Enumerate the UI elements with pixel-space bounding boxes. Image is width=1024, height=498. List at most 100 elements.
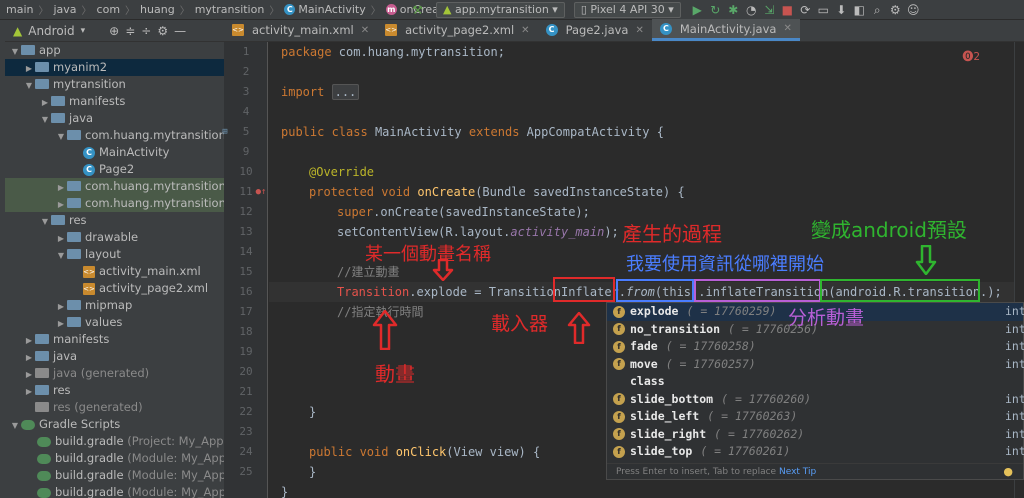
tree-item-values[interactable]: ▶ values [5,314,224,331]
tree-item-java[interactable]: ▼ java [5,110,224,127]
project-view-select[interactable]: Android [28,24,74,38]
tree-item-page2[interactable]: C Page2 [5,161,224,178]
sdk-manager-icon[interactable]: ⬇ [834,3,849,18]
gradle-icon [37,436,51,447]
chevron-down-icon[interactable]: ▼ [9,43,21,60]
tree-item-build-gradle[interactable]: build.gradle (Module: My_Applic [5,467,224,484]
profile-icon[interactable]: ◔ [744,3,759,18]
chevron-right-icon[interactable]: ▶ [55,230,67,247]
tree-item-package-test[interactable]: ▶ com.huang.mytransition [5,195,224,212]
chevron-right-icon[interactable]: ▶ [23,349,35,366]
tree-item-package[interactable]: ▼ com.huang.mytransition [5,127,224,144]
lightbulb-icon[interactable]: ● [1003,464,1013,480]
breadcrumb-mainactivity[interactable]: MainActivity [298,3,365,16]
close-icon[interactable]: ✕ [783,23,791,34]
tree-item-activity-page2-xml[interactable]: <> activity_page2.xml [5,280,224,297]
user-icon[interactable]: ☺ [906,3,921,18]
layout-inspector-icon[interactable]: ◧ [852,3,867,18]
debug-icon[interactable]: ✱ [726,3,741,18]
breadcrumb-mytransition[interactable]: mytransition [195,3,265,16]
completion-item[interactable]: f fade( = 17760258) int [607,338,1024,356]
close-icon[interactable]: ✕ [361,25,369,36]
override-marker-icon[interactable]: ●↑ [254,182,268,202]
class-run-icon[interactable]: ⊞ [218,122,232,142]
error-indicator[interactable]: ⓿2 [962,48,980,64]
chevron-right-icon[interactable]: ▶ [23,60,35,77]
tree-item-build-gradle[interactable]: build.gradle (Project: My_Applic [5,433,224,450]
chevron-right-icon[interactable]: ▶ [23,383,35,400]
next-tip-link[interactable]: Next Tip [779,467,816,477]
tree-item-java-generated[interactable]: ▶ java (generated) [5,365,224,382]
chevron-right-icon[interactable]: ▶ [23,366,35,383]
chevron-right-icon[interactable]: ▶ [55,315,67,332]
breadcrumb-main[interactable]: main [6,3,33,16]
completion-item[interactable]: class [607,373,1023,391]
tree-item-mainactivity[interactable]: C MainActivity [5,144,224,161]
completion-item[interactable]: f move( = 17760257) int [607,356,1024,374]
build-hammer-icon[interactable]: ⚒ [410,3,425,18]
stop-icon[interactable]: ■ [780,3,795,18]
chevron-right-icon[interactable]: ▶ [55,298,67,315]
chevron-down-icon[interactable]: ▼ [39,111,51,128]
chevron-right-icon[interactable]: ▶ [55,179,67,196]
chevron-down-icon[interactable]: ▼ [23,77,35,94]
close-icon[interactable]: ✕ [635,25,643,36]
breadcrumb: main 〉 java 〉 com 〉 huang 〉 mytransition 〉 CM… [0,2,450,17]
expand-all-icon[interactable]: ÷ [141,24,151,38]
tree-item-gradle-scripts[interactable]: ▼ Gradle Scripts [5,416,224,433]
tree-item-res[interactable]: ▼ res [5,212,224,229]
run-icon[interactable]: ▶ [690,3,705,18]
chevron-down-icon[interactable]: ▼ [9,417,21,434]
tree-item-build-gradle[interactable]: build.gradle (Module: My_Applic [5,484,224,498]
chevron-down-icon[interactable]: ▾ [81,26,86,36]
attach-debugger-icon[interactable]: ⇲ [762,3,777,18]
tab-page2-java[interactable]: C Page2.java ✕ [538,19,652,41]
tree-item-app[interactable]: ▼ app [5,42,224,59]
tree-item-java-app[interactable]: ▶ java [5,348,224,365]
chevron-right-icon[interactable]: ▶ [55,196,67,213]
settings-gear-icon[interactable]: ⚙ [888,3,903,18]
tab-activity-main-xml[interactable]: <> activity_main.xml ✕ [224,19,377,41]
close-icon[interactable]: ✕ [521,25,529,36]
completion-item[interactable]: f slide_right( = 17760262) int [607,426,1024,444]
chevron-right-icon[interactable]: ▶ [23,332,35,349]
hide-icon[interactable]: — [174,24,186,38]
breadcrumb-java[interactable]: java [53,3,76,16]
breadcrumb-huang[interactable]: huang [140,3,175,16]
tree-item-drawable[interactable]: ▶ drawable [5,229,224,246]
code-line: protected void onCreate(Bundle savedInst… [309,185,685,199]
tree-item-build-gradle[interactable]: build.gradle (Module: My_Applic [5,450,224,467]
code-line: @Override [309,165,375,179]
run-config-select[interactable]: ▲ app.mytransition ▾ [436,2,565,18]
completion-item[interactable]: f slide_bottom( = 17760260) int [607,391,1024,409]
tree-item-layout[interactable]: ▼ layout [5,246,224,263]
folded-imports[interactable]: ... [331,84,360,100]
collapse-all-icon[interactable]: ≑ [125,24,135,38]
tree-item-mytransition[interactable]: ▼ mytransition [5,76,224,93]
chevron-down-icon[interactable]: ▼ [39,213,51,230]
line-number: 4 [242,105,250,118]
tree-item-manifests-app[interactable]: ▶ manifests [5,331,224,348]
chevron-right-icon[interactable]: ▶ [39,94,51,111]
sync-icon[interactable]: ⟳ [798,3,813,18]
chevron-down-icon[interactable]: ▼ [55,128,67,145]
apply-changes-icon[interactable]: ↻ [708,3,723,18]
completion-item[interactable]: f slide_left( = 17760263) int [607,408,1024,426]
search-everywhere-icon[interactable]: ⌕ [870,3,885,18]
chevron-down-icon[interactable]: ▼ [55,247,67,264]
tree-item-res-generated[interactable]: res (generated) [5,399,224,416]
tree-item-activity-main-xml[interactable]: <> activity_main.xml [5,263,224,280]
settings-gear-icon[interactable]: ⚙ [157,24,168,38]
completion-item[interactable]: f slide_top( = 17760261) int [607,443,1024,461]
breadcrumb-com[interactable]: com [97,3,121,16]
tree-item-mipmap[interactable]: ▶ mipmap [5,297,224,314]
locate-icon[interactable]: ⊕ [109,24,119,38]
tree-item-myanim2[interactable]: ▶ myanim2 [5,59,224,76]
avd-manager-icon[interactable]: ▭ [816,3,831,18]
tree-item-manifests[interactable]: ▶ manifests [5,93,224,110]
tab-activity-page2-xml[interactable]: <> activity_page2.xml ✕ [377,19,537,41]
tree-item-package-android-test[interactable]: ▶ com.huang.mytransition [5,178,224,195]
tab-mainactivity-java[interactable]: C MainActivity.java ✕ [651,19,800,41]
tree-item-res-app[interactable]: ▶ res [5,382,224,399]
device-select[interactable]: ▯ Pixel 4 API 30 ▾ [573,2,681,18]
